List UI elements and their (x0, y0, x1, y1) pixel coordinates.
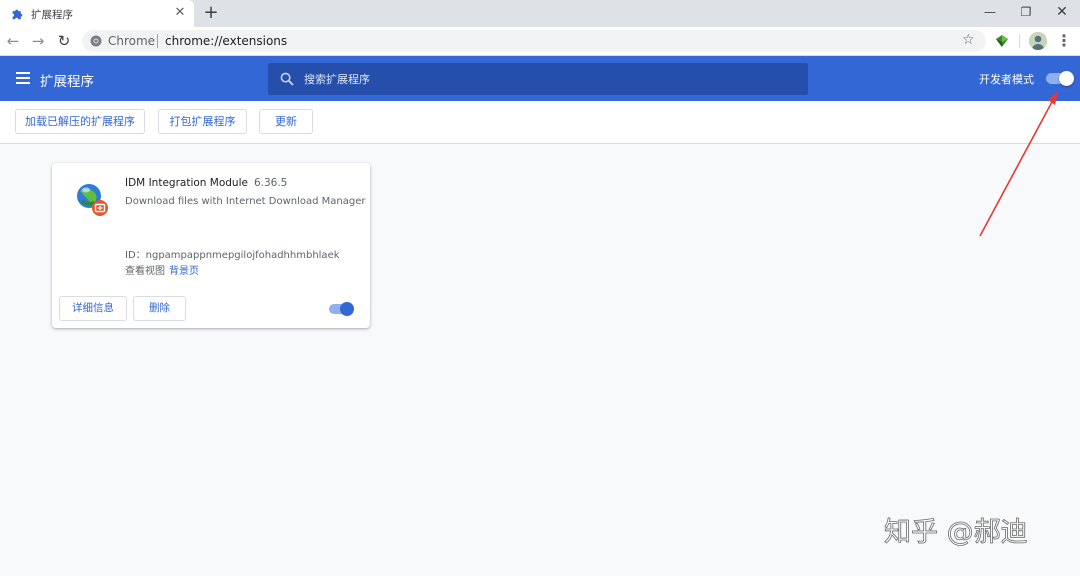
url-text[interactable]: chrome://extensions (165, 34, 287, 48)
profile-avatar[interactable] (1029, 32, 1047, 50)
developer-mode-toggle[interactable] (1046, 71, 1074, 86)
back-button[interactable]: ← (3, 31, 23, 51)
idm-extension-icon[interactable] (994, 33, 1010, 49)
background-page-link[interactable]: 背景页 (169, 266, 199, 277)
minimize-button[interactable]: — (972, 0, 1008, 24)
search-placeholder: 搜索扩展程序 (304, 73, 370, 86)
chrome-icon (90, 35, 102, 47)
puzzle-icon (12, 9, 23, 20)
extension-description: Download files with Internet Download Ma… (125, 196, 366, 207)
site-name: Chrome (108, 34, 156, 48)
forward-button[interactable]: → (28, 31, 48, 51)
new-tab-button[interactable]: + (202, 3, 220, 23)
search-input[interactable]: 搜索扩展程序 (268, 63, 808, 95)
update-button[interactable]: 更新 (259, 109, 313, 134)
search-icon (280, 72, 294, 86)
page-title: 扩展程序 (40, 74, 94, 90)
idm-logo-icon (77, 184, 108, 216)
pack-extension-button[interactable]: 打包扩展程序 (158, 109, 247, 134)
details-button[interactable]: 详细信息 (59, 296, 127, 321)
developer-toolbar: 加载已解压的扩展程序 打包扩展程序 更新 (0, 101, 1080, 144)
restore-button[interactable]: ❐ (1008, 0, 1044, 24)
hamburger-menu-icon[interactable] (16, 72, 30, 84)
load-unpacked-button[interactable]: 加载已解压的扩展程序 (15, 109, 145, 134)
close-window-button[interactable]: ✕ (1044, 0, 1080, 24)
inspect-views-label: 查看视图 (125, 266, 165, 277)
extension-version: 6.36.5 (253, 177, 288, 189)
remove-button[interactable]: 删除 (133, 296, 186, 321)
extension-card: IDM Integration Module 6.36.5 Download fi… (52, 163, 370, 328)
toolbar-divider (1019, 34, 1020, 48)
toggle-knob (1059, 71, 1074, 86)
tab-close-icon[interactable]: ✕ (173, 5, 187, 21)
extension-name-line: IDM Integration Module 6.36.5 (125, 177, 287, 189)
inspect-views: 查看视图 背景页 (125, 262, 199, 277)
reload-button[interactable]: ↻ (54, 31, 74, 51)
watermark: 知乎 @郝迪 (884, 517, 1028, 549)
developer-mode-label: 开发者模式 (979, 73, 1034, 86)
toggle-knob (340, 302, 354, 316)
tab-extensions[interactable]: 扩展程序 ✕ (0, 0, 194, 27)
extensions-header: 扩展程序 搜索扩展程序 开发者模式 (0, 56, 1080, 101)
extension-enable-toggle[interactable] (329, 302, 354, 316)
omnibox-divider (157, 34, 158, 48)
extension-name: IDM Integration Module (125, 177, 248, 189)
tab-strip: 扩展程序 ✕ + — ❐ ✕ (0, 0, 1080, 27)
browser-toolbar: ← → ↻ Chrome chrome://extensions ☆ (0, 27, 1080, 56)
chrome-menu-icon[interactable]: ⋮ (1056, 31, 1072, 51)
tab-title: 扩展程序 (31, 9, 73, 21)
bookmark-star-icon[interactable]: ☆ (962, 32, 975, 48)
address-bar[interactable]: Chrome chrome://extensions ☆ (82, 30, 986, 52)
extension-id: ID：ngpampappnmepgilojfohadhhmbhlaek (125, 250, 340, 261)
avatar-icon (1029, 32, 1047, 50)
